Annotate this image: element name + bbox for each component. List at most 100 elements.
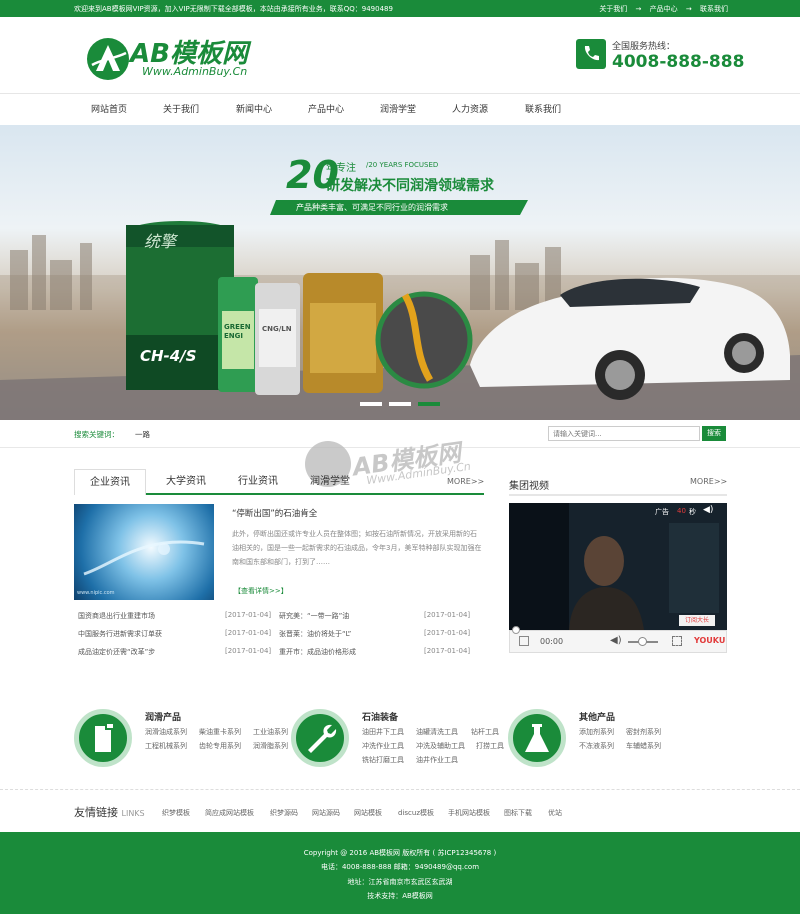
product-link[interactable]: 添加剂系列 (579, 727, 614, 737)
video-section-title: 集团视频 (509, 481, 549, 492)
slide-dot-1[interactable] (360, 402, 382, 406)
nav-item-contact[interactable]: 联系我们 (525, 102, 561, 115)
video-divider (509, 494, 727, 496)
friend-link[interactable]: 织梦模板 (162, 808, 190, 818)
friend-link[interactable]: 优站 (548, 808, 562, 818)
product-category-title[interactable]: 石油装备 (362, 710, 398, 723)
tab-company-news[interactable]: 企业资讯 (74, 469, 146, 495)
news-tabs: 企业资讯 大学资讯 行业资讯 润滑学堂 (74, 469, 484, 495)
top-links: 关于我们 → 产品中心 → 联系我们 (593, 4, 728, 14)
product-link[interactable]: 柴油重卡系列 (199, 727, 241, 737)
volume-icon[interactable]: ◀) (610, 635, 622, 646)
search-keyword-link[interactable]: 一路 (135, 429, 150, 440)
nav-item-news[interactable]: 新闻中心 (236, 102, 272, 115)
hero-banner[interactable]: 20 年专注 /20 YEARS FOCUSED 研发解决不同润滑领域需求 产品… (0, 125, 800, 420)
progress-handle[interactable] (512, 626, 520, 634)
nav-item-home[interactable]: 网站首页 (91, 102, 127, 115)
product-link[interactable]: 铣钻打磨工具 (362, 755, 404, 765)
logo-url: Www.AdminBuy.Cn (142, 65, 248, 78)
slide-dot-3-active[interactable] (418, 402, 440, 406)
product-link[interactable]: 打捞工具 (476, 741, 504, 751)
search-button[interactable]: 搜索 (702, 426, 726, 441)
site-footer: Copyright @ 2016 AB模板网 版权所有 ( 苏ICP123456… (0, 832, 800, 914)
can-label: CNG/LN (262, 325, 292, 333)
site-header: AB模板网 Www.AdminBuy.Cn 全国服务热线： 4008-888-8… (0, 17, 800, 93)
tab-industry-news[interactable]: 行业资讯 (222, 469, 294, 495)
top-link-contact[interactable]: 联系我们 (700, 5, 728, 13)
logo-icon[interactable] (86, 37, 130, 81)
list-item[interactable]: 研究美：“一带一路”油 (279, 611, 349, 621)
product-link[interactable]: 钻杆工具 (471, 727, 499, 737)
speaker-icon[interactable]: ◀) (703, 505, 713, 515)
product-link[interactable]: 冲洗及辅助工具 (416, 741, 465, 751)
feature-title[interactable]: “停断出国”的石油肯全 (232, 507, 317, 519)
friend-link[interactable]: 手机网站模板 (448, 808, 490, 818)
product-link[interactable]: 密封剂系列 (626, 727, 661, 737)
product-link[interactable]: 不冻液系列 (579, 741, 614, 751)
friend-link[interactable]: 图标下载 (504, 808, 532, 818)
banner-ribbon-text: 产品种类丰富、可满足不同行业的润滑需求 (296, 203, 448, 212)
product-link[interactable]: 车辅蜡系列 (626, 741, 661, 751)
product-link[interactable]: 润滑油成系列 (145, 727, 187, 737)
nav-item-lubrication[interactable]: 润滑学堂 (380, 102, 416, 115)
friend-link[interactable]: 织梦源码 (270, 808, 298, 818)
top-link-arrow: → (635, 5, 642, 13)
search-input[interactable] (548, 426, 700, 441)
nav-item-products[interactable]: 产品中心 (308, 102, 344, 115)
fullscreen-icon[interactable] (672, 636, 682, 646)
wrench-icon[interactable] (291, 709, 349, 767)
friend-link[interactable]: discuz模板 (398, 808, 434, 818)
list-item[interactable]: 中国服务行进新需求订单获 (78, 629, 162, 639)
list-item[interactable]: 重开市：成品油价格形成 (279, 647, 356, 657)
list-item[interactable]: 国资商退出行业重建市场 (78, 611, 155, 621)
promo-badge[interactable]: 订阅大长 (679, 615, 715, 626)
bottle-label: GREEN ENGI (224, 323, 251, 340)
friend-link[interactable]: 简应成网站模板 (205, 808, 254, 818)
bucket-label: CH-4/S (140, 347, 197, 365)
news-feature-image[interactable]: www.nipic.com (74, 504, 214, 600)
news-more-link[interactable]: MORE>> (447, 477, 484, 486)
flask-icon[interactable] (508, 709, 566, 767)
slide-dot-2[interactable] (389, 402, 411, 406)
tab-lubrication-school[interactable]: 润滑学堂 (294, 469, 366, 495)
product-category-title[interactable]: 其他产品 (579, 710, 615, 723)
nav-item-hr[interactable]: 人力资源 (452, 102, 488, 115)
product-link[interactable]: 油罐清洗工具 (416, 727, 458, 737)
product-category-title[interactable]: 润滑产品 (145, 710, 181, 723)
lubricant-product-icon[interactable] (74, 709, 132, 767)
feature-more-link[interactable]: 【查看详情>>】 (234, 586, 288, 596)
image-caption: www.nipic.com (77, 590, 115, 596)
top-link-products[interactable]: 产品中心 (650, 5, 678, 13)
video-time: 00:00 (540, 637, 564, 646)
product-link[interactable]: 齿轮专用系列 (199, 741, 241, 751)
footer-contact: 电话：4008-888-888 邮箱：9490489@qq.com (320, 863, 480, 871)
top-bar: 欢迎来到AB模板网VIP资源，加入VIP无限制下载全部模板，本站由承接所有业务，… (0, 0, 800, 17)
list-item[interactable]: 张晋莱：油价将处于“L” (279, 629, 351, 639)
hotline-label: 全国服务热线： (612, 42, 676, 52)
product-link[interactable]: 工程机械系列 (145, 741, 187, 751)
top-link-arrow: → (685, 5, 692, 13)
tab-university-news[interactable]: 大学资讯 (150, 469, 222, 495)
friend-link[interactable]: 网站源码 (312, 808, 340, 818)
product-link[interactable]: 油田井下工具 (362, 727, 404, 737)
friend-links-title-en: LINKS (121, 809, 145, 818)
volume-handle[interactable] (638, 637, 647, 646)
list-item[interactable]: 成品油定价还需“改革”步 (78, 647, 155, 657)
links-divider (0, 789, 800, 790)
product-link[interactable]: 油井作业工具 (416, 755, 458, 765)
nav-item-about[interactable]: 关于我们 (163, 102, 199, 115)
video-more-link[interactable]: MORE>> (690, 477, 727, 486)
phone-icon (576, 39, 606, 69)
top-link-about[interactable]: 关于我们 (599, 5, 627, 13)
welcome-text: 欢迎来到AB模板网VIP资源，加入VIP无限制下载全部模板，本站由承接所有业务，… (74, 5, 393, 13)
list-item-date: [2017-01-04] (424, 629, 471, 637)
play-icon[interactable] (519, 636, 529, 646)
friend-links-title: 友情链接 LINKS (74, 804, 145, 820)
ad-countdown-unit: 秒 (689, 508, 696, 516)
friend-link[interactable]: 网站模板 (354, 808, 382, 818)
product-link[interactable]: 润滑脂系列 (253, 741, 288, 751)
product-link[interactable]: 工业油系列 (253, 727, 288, 737)
list-item-date: [2017-01-04] (424, 647, 471, 655)
product-link[interactable]: 冲洗作业工具 (362, 741, 404, 751)
youku-logo[interactable]: YOUKU (694, 636, 725, 645)
